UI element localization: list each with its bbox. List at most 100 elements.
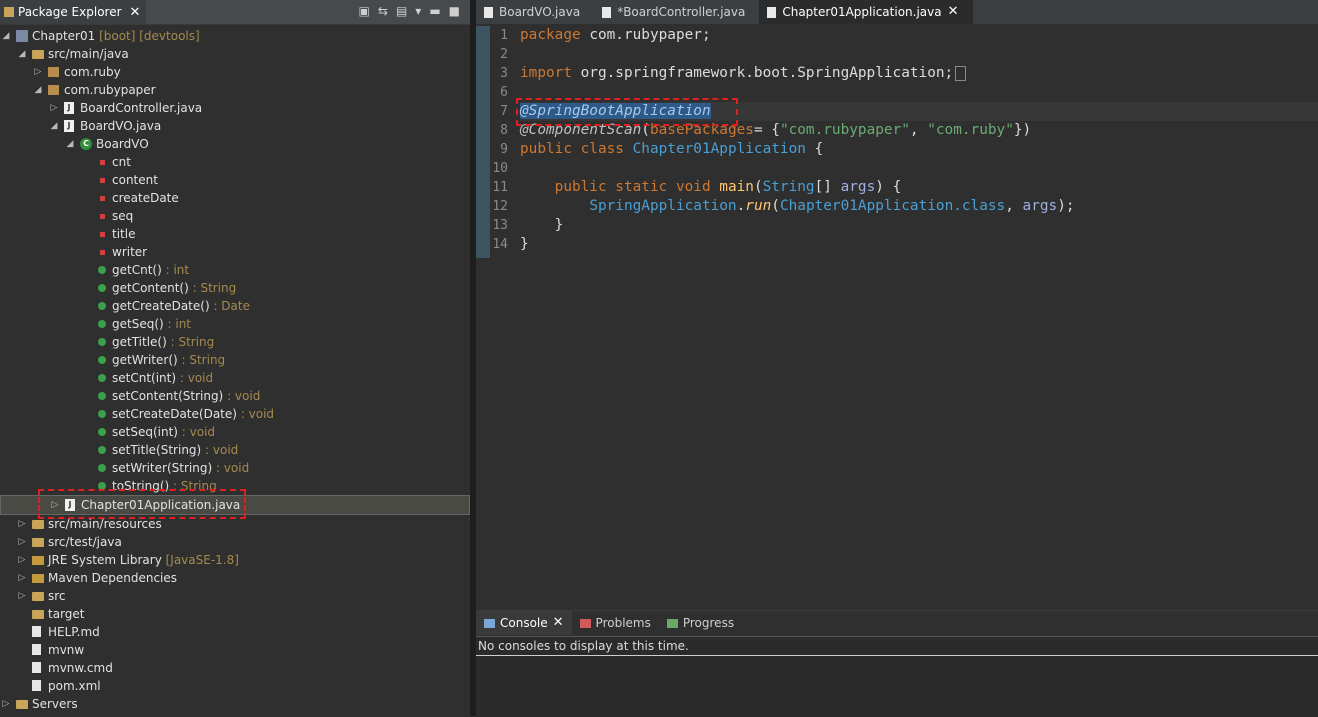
tree-item-label: JRE System Library [JavaSE-1.8] [48, 553, 239, 567]
tree-item-label: mvnw [48, 643, 85, 657]
tree-item[interactable]: pom.xml [0, 677, 470, 695]
view-menu-icon[interactable]: ▾ [415, 4, 421, 18]
editor-tab[interactable]: *BoardController.java [594, 0, 759, 24]
expanded-arrow-icon[interactable]: ◢ [48, 117, 60, 135]
tree-item-label: writer [112, 245, 148, 259]
method-icon [98, 410, 106, 418]
tree-item[interactable]: ◢ C BoardVO [0, 135, 470, 153]
tree-item[interactable]: ▷ com.ruby [0, 63, 470, 81]
folded-marker-icon [955, 65, 967, 81]
expanded-arrow-icon[interactable]: ◢ [0, 27, 12, 45]
tree-item-label: setContent(String) : void [112, 389, 261, 403]
console-view[interactable]: No consoles to display at this time. [476, 636, 1318, 717]
line-number: 8 [500, 123, 508, 138]
tree-item[interactable]: setCreateDate(Date) : void [0, 405, 470, 423]
console-tab-label: Problems [595, 616, 651, 630]
tree-item[interactable]: setCnt(int) : void [0, 369, 470, 387]
tree-item[interactable]: getSeq() : int [0, 315, 470, 333]
collapsed-arrow-icon[interactable]: ▷ [16, 569, 28, 587]
minimize-icon[interactable]: ▬ [429, 4, 440, 18]
tree-item[interactable]: getWriter() : String [0, 351, 470, 369]
console-tab-label: Progress [682, 616, 735, 630]
tree-item[interactable]: setTitle(String) : void [0, 441, 470, 459]
filter-icon[interactable]: ▤ [396, 4, 407, 18]
link-with-editor-icon[interactable]: ⇆ [378, 4, 388, 18]
tree-item-label: src [48, 589, 66, 603]
tab-package-explorer[interactable]: Package Explorer ✕ [0, 0, 147, 24]
expanded-arrow-icon[interactable]: ◢ [64, 135, 76, 153]
tree-item[interactable]: getTitle() : String [0, 333, 470, 351]
tree-item[interactable]: ▷ JRE System Library [JavaSE-1.8] [0, 551, 470, 569]
close-icon[interactable]: ✕ [948, 0, 959, 24]
tree-item[interactable]: getCnt() : int [0, 261, 470, 279]
method-icon [98, 338, 106, 346]
console-tab[interactable]: Problems [572, 611, 659, 635]
collapsed-arrow-icon[interactable]: ▷ [16, 533, 28, 551]
line-number: 9 [500, 142, 508, 157]
tree-item-label: createDate [112, 191, 179, 205]
method-icon [98, 428, 106, 436]
tree-item[interactable]: ▷ src/test/java [0, 533, 470, 551]
tree-item[interactable]: ▷ src [0, 587, 470, 605]
tree-item[interactable]: getContent() : String [0, 279, 470, 297]
collapsed-arrow-icon[interactable]: ▷ [16, 587, 28, 605]
tree-item-label: Maven Dependencies [48, 571, 178, 585]
tree-item[interactable]: setSeq(int) : void [0, 423, 470, 441]
close-icon[interactable]: ✕ [130, 5, 141, 20]
tree-item[interactable]: mvnw.cmd [0, 659, 470, 677]
maximize-icon[interactable]: ■ [449, 4, 460, 18]
expanded-arrow-icon[interactable]: ◢ [32, 81, 44, 99]
editor-tabbar: BoardVO.java *BoardController.java Chapter… [476, 0, 1318, 24]
collapsed-arrow-icon[interactable]: ▷ [16, 515, 28, 533]
field-icon [100, 178, 105, 183]
tree-item[interactable]: ◢ com.rubypaper [0, 81, 470, 99]
code-editor[interactable]: 1 2 3 6 7 8 9 10 11 12 13 14 package com.rubypaper;… [476, 26, 1318, 604]
code-lines[interactable]: package com.rubypaper; import org.spring… [520, 26, 1318, 254]
expanded-arrow-icon[interactable]: ◢ [16, 45, 28, 63]
collapsed-arrow-icon[interactable]: ▷ [0, 695, 12, 713]
collapsed-arrow-icon[interactable]: ▷ [16, 551, 28, 569]
tree-item[interactable]: ◢ Chapter01 [boot] [devtools] [0, 27, 470, 45]
code-line-11: public static void main(String[] args) { [520, 179, 902, 195]
tree-item[interactable]: ◢ J BoardVO.java [0, 117, 470, 135]
console-tab[interactable]: Console ✕ [476, 611, 572, 635]
tree-item[interactable]: content [0, 171, 470, 189]
field-icon [100, 160, 105, 165]
collapse-all-icon[interactable]: ▣ [359, 4, 370, 18]
package-icon [48, 85, 59, 95]
collapsed-arrow-icon[interactable]: ▷ [32, 63, 44, 81]
tree-item[interactable]: setWriter(String) : void [0, 459, 470, 477]
tree-item[interactable]: cnt [0, 153, 470, 171]
editor-tab[interactable]: Chapter01Application.java ✕ [759, 0, 973, 24]
tree-item[interactable]: target [0, 605, 470, 623]
tree-item[interactable]: getCreateDate() : Date [0, 297, 470, 315]
tree-item-label: src/main/java [48, 47, 129, 61]
tree-item[interactable]: setContent(String) : void [0, 387, 470, 405]
code-line-14: } [520, 236, 529, 252]
folder-icon [16, 700, 28, 709]
tree-item[interactable]: HELP.md [0, 623, 470, 641]
method-icon [98, 392, 106, 400]
editor-tab[interactable]: BoardVO.java [476, 0, 594, 24]
tree-item-label: com.rubypaper [64, 83, 156, 97]
collapsed-arrow-icon[interactable]: ▷ [48, 99, 60, 117]
tree-item[interactable]: ◢ src/main/java [0, 45, 470, 63]
editor-tab-label: BoardVO.java [499, 5, 581, 19]
tree-item[interactable]: ▷ Maven Dependencies [0, 569, 470, 587]
console-tab[interactable]: Progress [659, 611, 742, 635]
tree-item[interactable]: ▷ Servers [0, 695, 470, 713]
tree-item[interactable]: createDate [0, 189, 470, 207]
tree-item[interactable]: seq [0, 207, 470, 225]
tree-item[interactable]: title [0, 225, 470, 243]
tree-item[interactable]: ▷ J BoardController.java [0, 99, 470, 117]
line-number: 3 [500, 66, 508, 81]
tree-item[interactable]: mvnw [0, 641, 470, 659]
line-number: 10 [492, 161, 508, 176]
close-icon[interactable]: ✕ [553, 611, 564, 635]
tree-item-label: setCnt(int) : void [112, 371, 214, 385]
tree-item[interactable]: writer [0, 243, 470, 261]
tree-item-label: mvnw.cmd [48, 661, 113, 675]
tree-item-label: target [48, 607, 85, 621]
